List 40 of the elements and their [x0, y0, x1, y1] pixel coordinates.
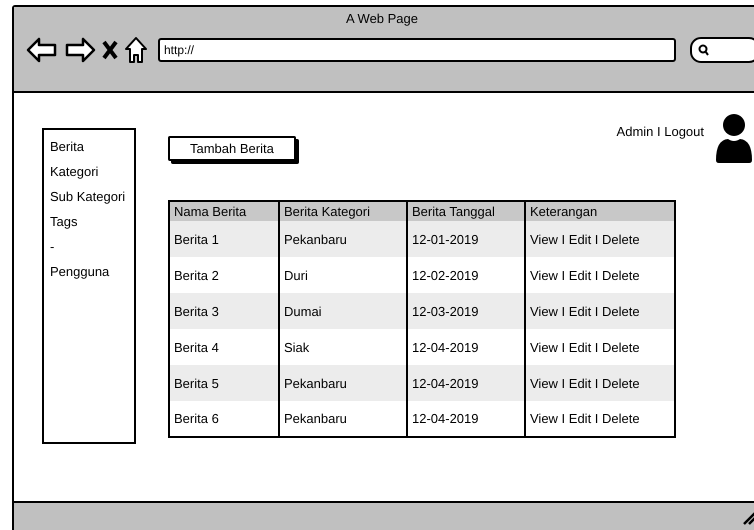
table-cell: Dumai	[279, 293, 407, 329]
table-cell: 12-01-2019	[407, 221, 525, 257]
table-cell: Berita 1	[169, 221, 279, 257]
table-cell: Pekanbaru	[279, 365, 407, 401]
home-icon[interactable]	[124, 36, 148, 64]
sidebar-item[interactable]: Sub Kategori	[50, 184, 128, 209]
address-field[interactable]: http://	[158, 38, 676, 62]
user-links[interactable]: Admin I Logout	[616, 124, 704, 139]
forward-icon[interactable]	[64, 37, 96, 63]
column-header: Berita Kategori	[279, 201, 407, 221]
table-cell: Pekanbaru	[279, 401, 407, 437]
table-cell: Berita 5	[169, 365, 279, 401]
sidebar-item[interactable]: -	[50, 234, 128, 259]
resize-grip-icon[interactable]	[742, 511, 754, 525]
search-field[interactable]	[690, 37, 754, 63]
table-cell: 12-04-2019	[407, 365, 525, 401]
table-cell[interactable]: View I Edit I Delete	[525, 221, 675, 257]
table-cell[interactable]: View I Edit I Delete	[525, 365, 675, 401]
column-header: Berita Tanggal	[407, 201, 525, 221]
table-cell: 12-04-2019	[407, 401, 525, 437]
close-icon[interactable]	[102, 40, 118, 60]
table-cell: Berita 3	[169, 293, 279, 329]
add-button[interactable]: Tambah Berita	[168, 136, 296, 161]
back-icon[interactable]	[26, 37, 58, 63]
table-cell[interactable]: View I Edit I Delete	[525, 401, 675, 437]
search-icon	[698, 44, 710, 56]
column-header: Keterangan	[525, 201, 675, 221]
table-cell: Berita 2	[169, 257, 279, 293]
sidebar-item[interactable]: Berita	[50, 134, 128, 159]
table-cell: Berita 4	[169, 329, 279, 365]
user-icon[interactable]	[714, 112, 754, 164]
table-cell[interactable]: View I Edit I Delete	[525, 293, 675, 329]
sidebar-item[interactable]: Tags	[50, 209, 128, 234]
column-header: Nama Berita	[169, 201, 279, 221]
table-cell: 12-03-2019	[407, 293, 525, 329]
window-title: A Web Page	[344, 10, 420, 26]
sidebar-item[interactable]: Kategori	[50, 159, 128, 184]
table-cell: Pekanbaru	[279, 221, 407, 257]
sidebar-item[interactable]: Pengguna	[50, 259, 128, 284]
table-cell: Berita 6	[169, 401, 279, 437]
